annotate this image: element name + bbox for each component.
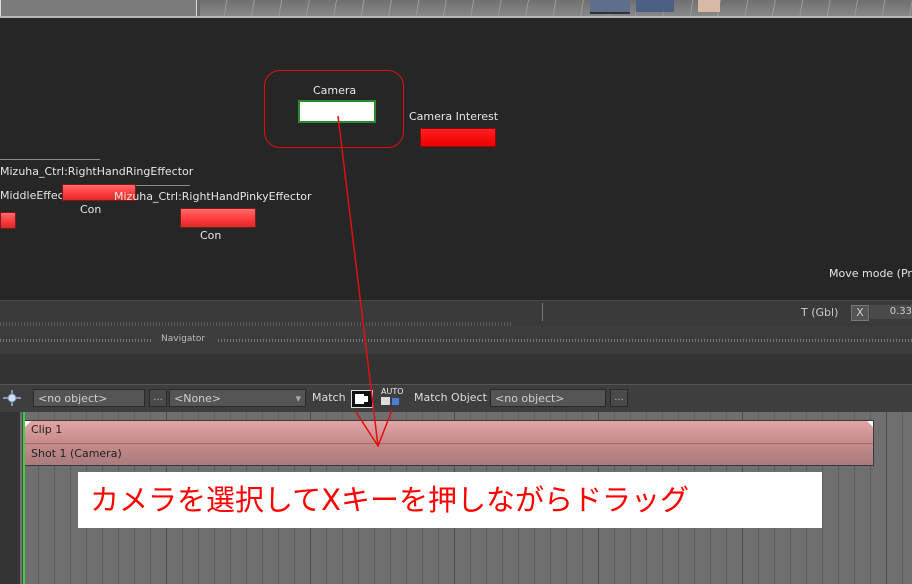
chevron-down-icon: ▾ <box>295 392 301 405</box>
clip-label: Clip 1 <box>31 423 63 436</box>
middle-effector-node[interactable] <box>0 212 16 229</box>
schematic-view[interactable]: Camera Camera Interest Mizuha_Ctrl:Right… <box>0 18 912 300</box>
camera-select[interactable]: <None> ▾ <box>169 389 306 407</box>
con-label: Con <box>80 203 102 216</box>
match-object-label: Match Object <box>414 391 487 404</box>
viewport-grid[interactable] <box>200 0 912 16</box>
camera-node[interactable] <box>298 100 376 123</box>
camera-node-label: Camera <box>313 84 357 97</box>
viewport-character-part <box>636 0 674 12</box>
pinky-effector-label: Mizuha_Ctrl:RightHandPinkyEffector <box>114 190 312 203</box>
clip-corner-marker <box>867 421 873 427</box>
navigator-label: Navigator <box>161 334 206 344</box>
track-gutter <box>0 412 20 584</box>
clip-divider <box>25 443 873 444</box>
match-camera-icon[interactable] <box>351 390 373 408</box>
shot-label: Shot 1 (Camera) <box>31 447 122 460</box>
con-label: Con <box>200 229 222 242</box>
object-field[interactable]: <no object> <box>33 389 145 407</box>
value-x-field[interactable]: 0.33 <box>870 305 912 319</box>
story-toolbar: <no object> ... <None> ▾ Match AUTO Matc… <box>0 384 912 414</box>
viewport-pane-left[interactable] <box>0 0 197 17</box>
property-strip: T (Gbl) X 0.33 <box>0 300 912 327</box>
navigator-bar[interactable]: Navigator <box>0 326 912 354</box>
move-mode-status: Move mode (Pr <box>829 267 912 280</box>
shot-clip[interactable]: Clip 1 Shot 1 (Camera) <box>24 420 874 466</box>
ring-effector-label: Mizuha_Ctrl:RightHandRingEffector <box>0 165 194 178</box>
camera-interest-node[interactable] <box>420 128 496 147</box>
playhead-line[interactable] <box>23 412 25 584</box>
middle-effector-label: MiddleEffect <box>0 189 68 202</box>
viewport-character-part <box>590 0 630 14</box>
viewport-character-part <box>698 0 720 12</box>
camera-interest-node-label: Camera Interest <box>409 110 499 123</box>
auto-match-icon[interactable]: AUTO <box>376 387 406 408</box>
transform-label: T (Gbl) <box>801 306 839 319</box>
node-tab-line <box>0 159 100 160</box>
empty-panel <box>0 354 912 384</box>
match-label: Match <box>312 391 346 404</box>
viewport-strip <box>0 0 912 18</box>
navigator-grip <box>0 339 152 342</box>
pinky-effector-node[interactable] <box>180 208 256 228</box>
strip-divider <box>542 303 543 321</box>
crosshair-icon[interactable] <box>2 389 22 407</box>
browse-button[interactable]: ... <box>149 389 167 407</box>
camera-select-value: <None> <box>174 392 222 405</box>
navigator-grip <box>218 339 912 342</box>
instruction-caption: カメラを選択してXキーを押しながらドラッグ <box>78 472 822 528</box>
match-object-field[interactable]: <no object> <box>490 389 606 407</box>
browse-button[interactable]: ... <box>610 389 628 407</box>
axis-x-button[interactable]: X <box>851 305 869 321</box>
